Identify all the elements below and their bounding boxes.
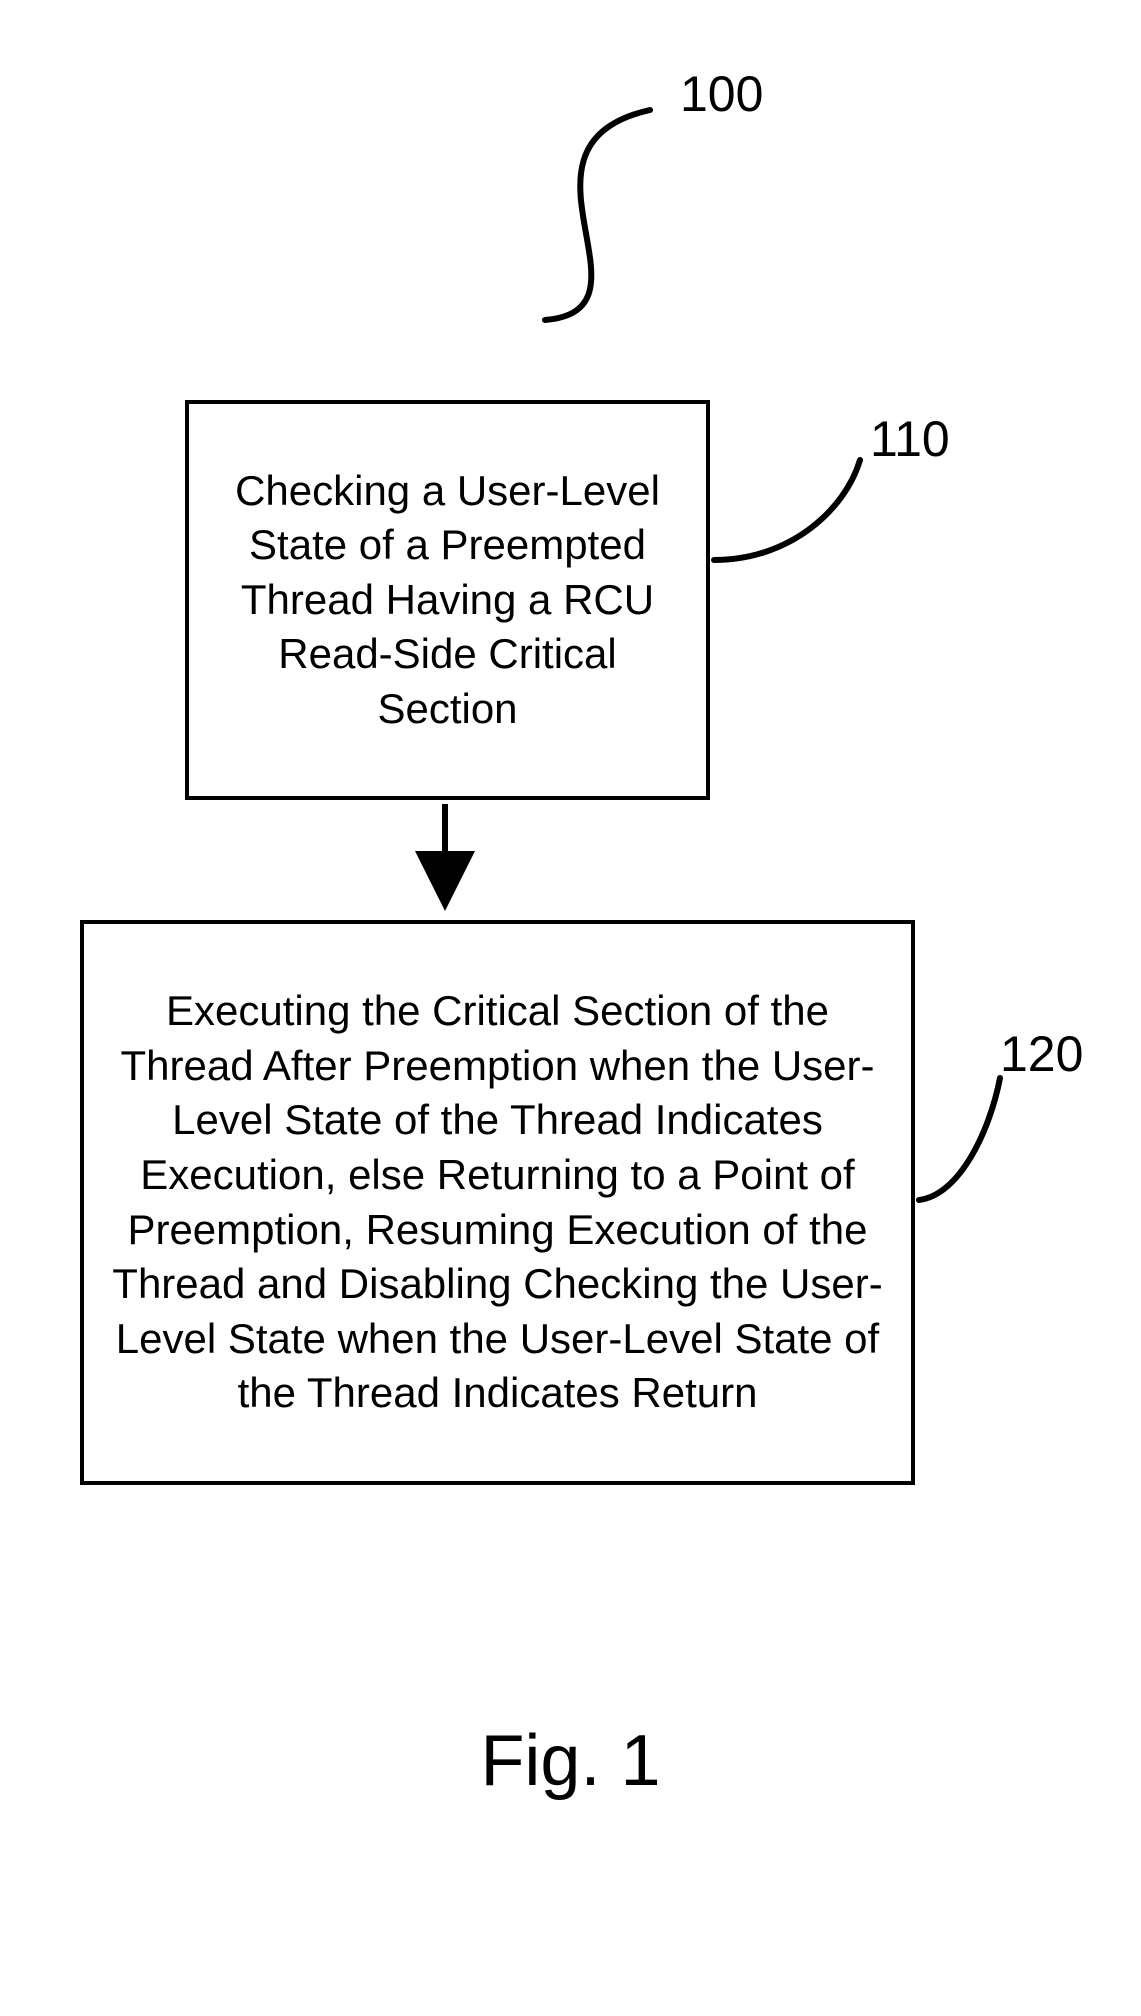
s-curve-100: [545, 110, 650, 320]
diagram-canvas: Checking a User-Level State of a Preempt…: [0, 0, 1141, 2016]
flow-box-120: Executing the Critical Section of the Th…: [80, 920, 915, 1485]
label-120: 120: [1000, 1025, 1083, 1083]
flow-box-120-text: Executing the Critical Section of the Th…: [104, 984, 891, 1421]
leader-110: [714, 460, 860, 560]
label-110: 110: [870, 410, 950, 468]
figure-caption: Fig. 1: [0, 1720, 1141, 1802]
label-100: 100: [680, 65, 763, 123]
flow-box-110-text: Checking a User-Level State of a Preempt…: [209, 464, 686, 737]
flow-box-110: Checking a User-Level State of a Preempt…: [185, 400, 710, 800]
leader-120: [919, 1078, 1000, 1200]
